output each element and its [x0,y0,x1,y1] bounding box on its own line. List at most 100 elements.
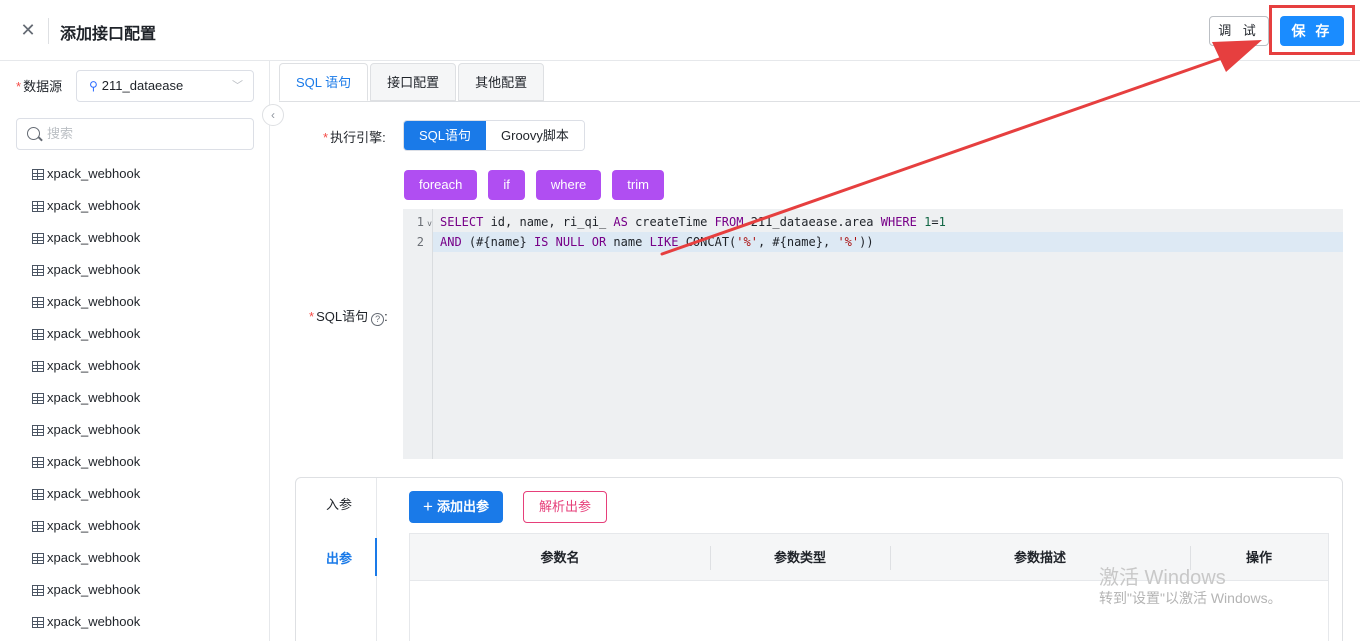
database-icon: ⚲ [89,79,98,93]
engine-toggle: SQL语句 Groovy脚本 [403,120,585,151]
code-area[interactable]: SELECT id, name, ri_qi_ AS createTime FR… [433,212,1343,252]
table-icon [32,392,44,404]
table-list-item[interactable]: xpack_webhook [32,350,262,382]
windows-activation-watermark-title: 激活 Windows [1099,567,1226,589]
table-icon [32,616,44,628]
table-list-item[interactable]: xpack_webhook [32,574,262,606]
parse-output-param-button[interactable]: 解析出参 [523,491,608,523]
tab-input-params[interactable]: 入参 [326,494,352,513]
table-list-item[interactable]: xpack_webhook [32,382,262,414]
code-token: createTime [627,215,715,229]
required-mark: * [323,130,329,145]
datasource-label-text: 数据源 [23,79,63,94]
table-icon [32,264,44,276]
table-list-item[interactable]: xpack_webhook [32,510,262,542]
editor-gutter: 1v 2 [403,209,433,459]
table-list-item[interactable]: xpack_webhook [32,318,262,350]
table-name: xpack_webhook [47,582,141,597]
main-content: SQL 语句 接口配置 其他配置 * 执行引擎: SQL语句 Groovy脚本 f… [271,61,1360,641]
table-list-item[interactable]: xpack_webhook [32,446,262,478]
table-icon [32,520,44,532]
fold-icon[interactable]: v [427,214,432,234]
table-name: xpack_webhook [47,358,141,373]
table-icon [32,552,44,564]
snippet-trim-button[interactable]: trim [612,170,664,200]
debug-button[interactable]: 调 试 [1209,16,1269,46]
table-icon [32,360,44,372]
code-token: 211_dataease.area [743,215,881,229]
active-tab-indicator [375,538,377,576]
code-token: AS [613,215,628,229]
plus-icon: + [423,497,433,516]
tabs-divider [279,101,1360,102]
table-list-item[interactable]: xpack_webhook [32,414,262,446]
tab-other-config[interactable]: 其他配置 [458,63,545,101]
code-token: )) [859,235,874,249]
table-search-input[interactable]: 搜索 [16,118,254,150]
params-panel: 入参 出参 + 添加出参 解析出参 参数名 参数类型 参数描述 操作 [295,477,1343,641]
line-number: 1v [403,212,432,232]
search-placeholder: 搜索 [47,126,74,141]
add-output-param-button[interactable]: + 添加出参 [409,491,503,523]
code-token: FROM [714,215,744,229]
table-list-item[interactable]: xpack_webhook [32,222,262,254]
tab-output-params[interactable]: 出参 [326,548,352,567]
column-header-name: 参数名 [540,550,580,565]
engine-option-groovy[interactable]: Groovy脚本 [486,121,584,150]
snippet-if-button[interactable]: if [488,170,525,200]
line-number: 2 [416,235,424,249]
sql-editor[interactable]: 1v 2 SELECT id, name, ri_qi_ AS createTi… [403,209,1343,459]
snippet-buttons: foreach if where trim [404,170,675,200]
table-name: xpack_webhook [47,614,141,629]
table-name: xpack_webhook [47,262,141,277]
code-token: name [606,235,650,249]
snippet-where-button[interactable]: where [535,170,602,200]
table-list-item[interactable]: xpack_webhook [32,542,262,574]
table-icon [32,296,44,308]
engine-option-sql[interactable]: SQL语句 [404,121,487,150]
table-list-item[interactable]: xpack_webhook [32,286,262,318]
table-name: xpack_webhook [47,230,141,245]
table-name: xpack_webhook [47,518,141,533]
engine-label-text: 执行引擎: [330,130,386,145]
close-icon[interactable]: ✕ [18,20,38,40]
table-list-item[interactable]: xpack_webhook [32,190,262,222]
code-line[interactable]: AND (#{name} IS NULL OR name LIKE CONCAT… [433,232,1343,252]
table-list-item[interactable]: xpack_webhook [32,478,262,510]
table-icon [32,424,44,436]
code-line[interactable]: SELECT id, name, ri_qi_ AS createTime FR… [433,212,1343,232]
table-icon [32,584,44,596]
help-icon[interactable]: ? [371,313,385,326]
sql-label-text: SQL语句 [316,309,369,324]
table-name: xpack_webhook [47,294,141,309]
table-name: xpack_webhook [47,326,141,341]
required-mark: * [309,309,315,324]
code-token: LIKE [649,235,679,249]
code-token: = [931,215,939,229]
table-icon [32,328,44,340]
code-token: WHERE [880,215,917,229]
datasource-select[interactable]: ⚲ 211_dataease ﹀ [76,70,254,102]
table-list-item[interactable]: xpack_webhook [32,158,262,190]
snippet-foreach-button[interactable]: foreach [404,170,478,200]
table-name: xpack_webhook [47,422,141,437]
code-token: , #{name}, [757,235,838,249]
dialog-header: ✕ 添加接口配置 调 试 保 存 [0,0,1360,61]
table-list-item[interactable]: xpack_webhook [32,606,262,638]
code-token: 1 [938,215,946,229]
table-icon [32,456,44,468]
table-name: xpack_webhook [47,390,141,405]
tab-interface-config[interactable]: 接口配置 [370,63,457,101]
add-output-param-label: 添加出参 [436,499,489,514]
save-button[interactable]: 保 存 [1280,16,1344,46]
table-list-item[interactable]: xpack_webhook [32,254,262,286]
tab-sql[interactable]: SQL 语句 [279,63,369,101]
table-name: xpack_webhook [47,486,141,501]
column-header-type: 参数类型 [710,534,890,580]
code-token: AND [440,235,462,249]
code-token: SELECT [440,215,484,229]
table-name: xpack_webhook [47,550,141,565]
table-name: xpack_webhook [47,454,141,469]
table-icon [32,488,44,500]
